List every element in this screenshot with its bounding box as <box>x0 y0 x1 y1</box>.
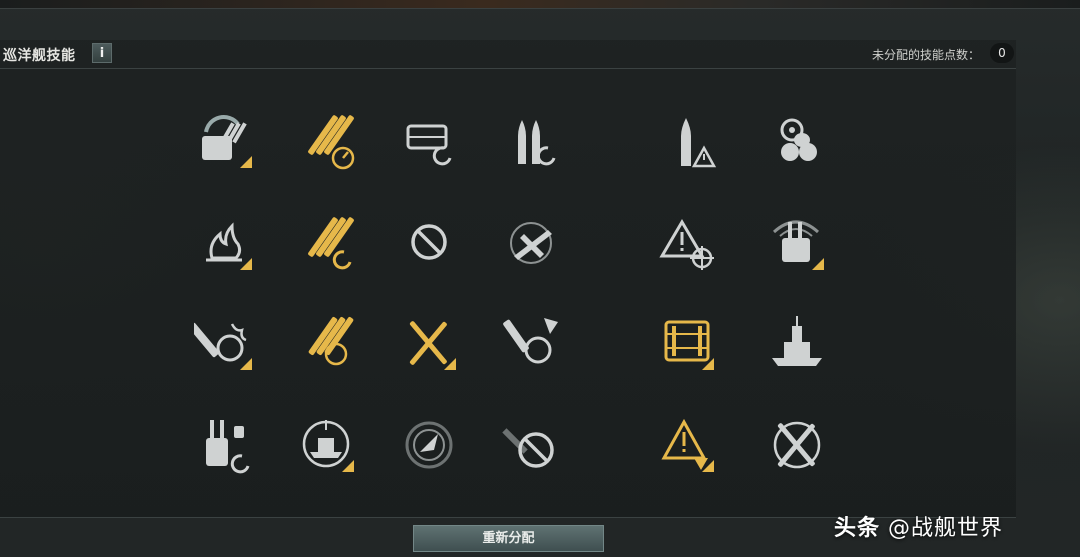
skill-ship-targeting[interactable] <box>296 414 358 476</box>
danger-targeting-icon <box>659 219 714 270</box>
crossed-targeting-icon <box>773 421 821 469</box>
skill-main-battery-turret[interactable] <box>296 312 358 374</box>
skill-turret-traverse[interactable] <box>194 110 256 172</box>
skill-prohibited-aircraft[interactable] <box>500 414 562 476</box>
skill-he-shell-warning[interactable] <box>656 110 718 172</box>
skill-shell-reload[interactable] <box>500 110 562 172</box>
assignable-marker-icon <box>240 156 252 168</box>
assignable-marker-icon <box>240 258 252 270</box>
skill-danger-targeting[interactable] <box>656 212 718 274</box>
assignable-marker-icon <box>342 460 354 472</box>
watermark-logo: 头条 <box>834 516 881 541</box>
unassigned-points-value: 0 <box>990 43 1014 63</box>
skill-crossed-targeting[interactable] <box>766 414 828 476</box>
watermark-text: @战舰世界 <box>888 516 1004 541</box>
skill-main-battery-reload[interactable] <box>296 212 358 274</box>
consumable-reload-icon <box>406 124 452 166</box>
assignable-marker-icon <box>702 358 714 370</box>
skill-consumable-reload[interactable] <box>398 110 460 172</box>
reset-skills-button[interactable]: 重新分配 <box>413 525 604 552</box>
info-button[interactable]: i <box>92 43 112 63</box>
skill-prohibited[interactable] <box>398 212 460 274</box>
assignable-marker-icon <box>812 258 824 270</box>
skill-radar-sweep[interactable] <box>398 414 460 476</box>
skill-battleship[interactable] <box>766 312 828 374</box>
unassigned-points-label: 未分配的技能点数： <box>871 48 980 62</box>
skill-danger-down[interactable] <box>656 414 718 476</box>
prohibited-aircraft-icon <box>502 428 554 468</box>
radar-sweep-icon <box>405 421 453 469</box>
skill-main-battery-reload-speed[interactable] <box>296 110 358 172</box>
assignable-marker-icon <box>240 358 252 370</box>
aircraft-icon <box>510 222 552 264</box>
shell-reload-icon <box>518 120 556 166</box>
panel-header: 巡洋舰技能 i 未分配的技能点数： 0 <box>0 40 1016 69</box>
main-battery-turret-icon <box>308 317 354 366</box>
watermark: 头条 @战舰世界 <box>834 510 1003 542</box>
steering-propulsion-icon <box>780 118 817 161</box>
prohibited-icon <box>411 224 447 260</box>
shell-turret-icon <box>503 318 558 364</box>
skill-crossed-guns[interactable] <box>398 312 460 374</box>
skill-fire-turret[interactable] <box>194 312 256 374</box>
skill-secondary-battery-reload[interactable] <box>194 414 256 476</box>
skill-fire[interactable] <box>194 212 256 274</box>
battleship-icon <box>772 316 822 366</box>
skill-shell-turret[interactable] <box>500 312 562 374</box>
skill-aircraft[interactable] <box>500 212 562 274</box>
top-strip <box>0 0 1080 9</box>
skill-steering-propulsion[interactable] <box>766 110 828 172</box>
high-explosive-shell-warning-icon <box>681 118 717 168</box>
main-battery-reload-icon <box>308 217 354 270</box>
assignable-marker-icon <box>702 460 714 472</box>
panel-title: 巡洋舰技能 <box>3 48 76 64</box>
secondary-battery-reload-icon <box>206 420 250 474</box>
skill-ammo-crate[interactable] <box>656 312 718 374</box>
skill-radar-turret[interactable] <box>766 212 828 274</box>
main-battery-reload-speed-icon <box>308 115 355 170</box>
assignable-marker-icon <box>444 358 456 370</box>
